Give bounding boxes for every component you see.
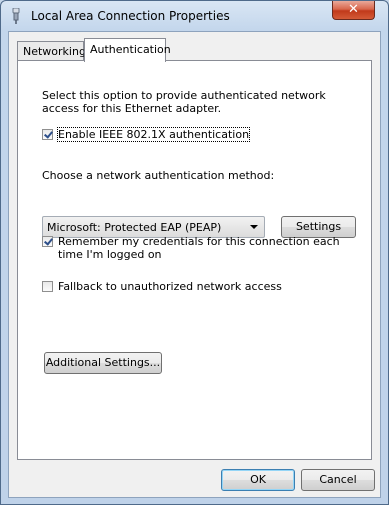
tab-networking[interactable]: Networking [17,41,86,61]
dialog-client-area: Networking Authentication Select this op… [8,31,381,498]
enable-8021x-checkbox[interactable] [42,129,53,140]
close-icon: ✕ [348,2,359,17]
remember-credentials-line1: Remember my credentials for this connect… [58,235,340,248]
tab-authentication[interactable]: Authentication [84,38,171,62]
title-bar[interactable]: Local Area Connection Properties ✕ [1,1,388,31]
fallback-checkbox[interactable] [42,281,53,292]
auth-description: Select this option to provide authentica… [42,89,326,115]
network-adapter-icon [12,8,20,24]
auth-method-value: Microsoft: Protected EAP (PEAP) [47,221,222,234]
chevron-down-icon [250,225,258,229]
ok-button[interactable]: OK [221,469,295,491]
additional-settings-button[interactable]: Additional Settings... [44,352,162,374]
auth-method-label: Choose a network authentication method: [42,169,275,182]
authentication-panel: Select this option to provide authentica… [17,60,372,460]
remember-credentials-line2: time I'm logged on [58,248,162,261]
enable-8021x-label[interactable]: Enable IEEE 802.1X authentication [56,127,251,142]
close-button[interactable]: ✕ [332,1,375,20]
window-title: Local Area Connection Properties [31,9,230,23]
cancel-button[interactable]: Cancel [301,469,375,491]
properties-dialog: Local Area Connection Properties ✕ Netwo… [0,0,389,505]
remember-credentials-label[interactable]: Remember my credentials for this connect… [58,235,340,261]
fallback-label[interactable]: Fallback to unauthorized network access [58,280,282,293]
remember-credentials-checkbox[interactable] [42,236,53,247]
